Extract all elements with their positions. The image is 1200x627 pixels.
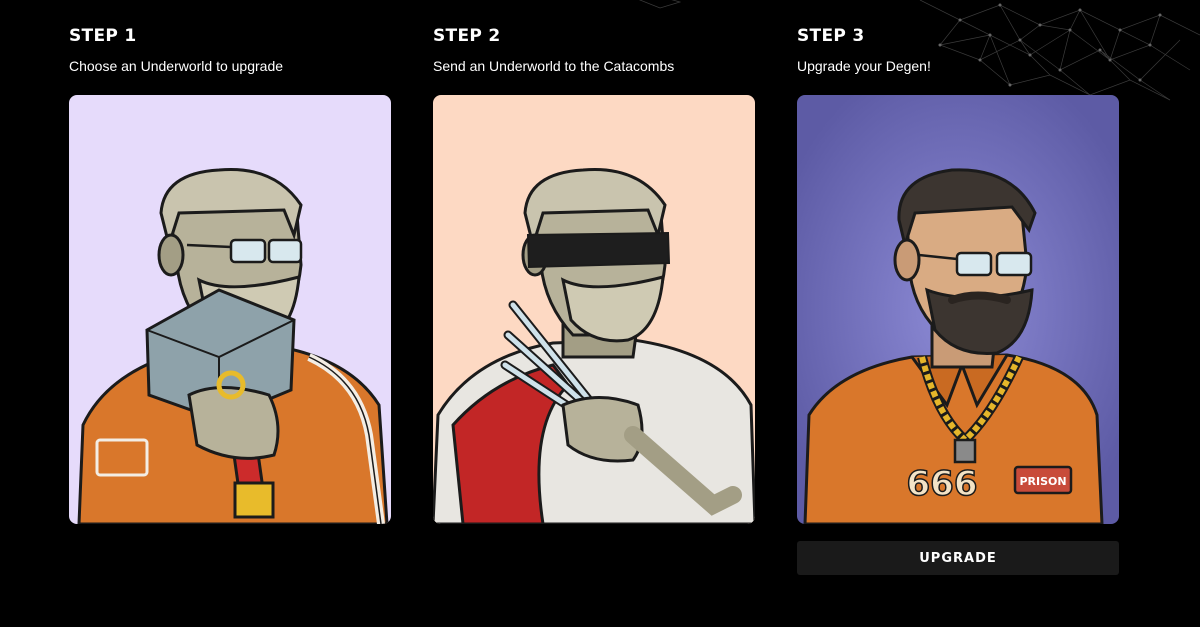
upgrade-button[interactable]: UPGRADE [797,541,1119,575]
catacombs-character-image [433,95,755,524]
prisoner-number: 666 [907,464,978,504]
network-web-decoration [639,0,1200,101]
step-3-title: STEP 3 [797,26,865,46]
degen-character-image: 666 PRISON [797,95,1119,524]
page: STEP 1 Choose an Underworld to upgrade S… [0,0,1200,627]
step-2-title: STEP 2 [433,26,501,46]
degen-card[interactable]: 666 PRISON [797,95,1119,524]
step-1-description: Choose an Underworld to upgrade [69,58,284,74]
catacombs-card[interactable] [433,95,755,524]
underworld-character-image [69,95,391,524]
step-2-description: Send an Underworld to the Catacombs [433,58,675,74]
step-1-title: STEP 1 [69,26,137,46]
prison-patch-label: PRISON [1019,475,1066,488]
step-3-description: Upgrade your Degen! [797,58,931,74]
underworld-card[interactable] [69,95,391,524]
